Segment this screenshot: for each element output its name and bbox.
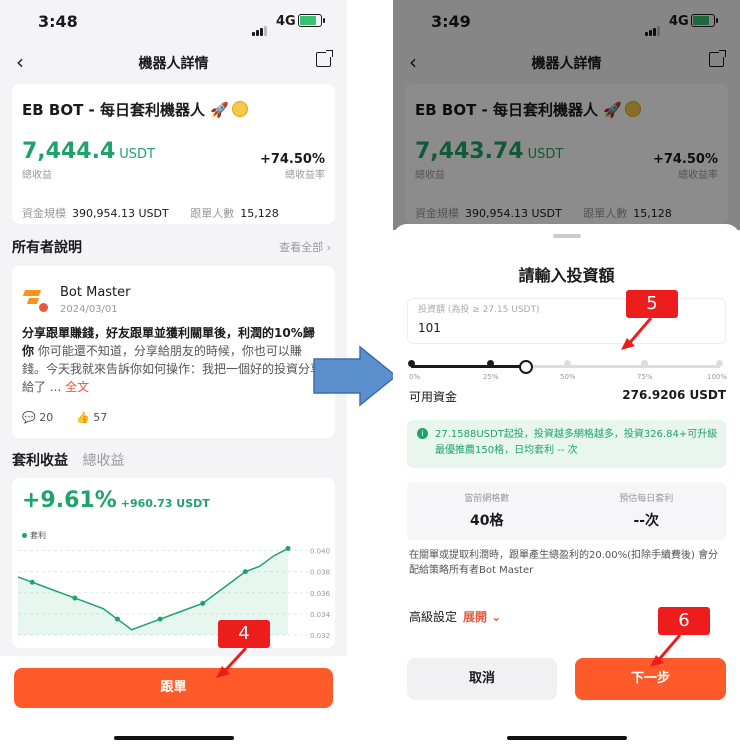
owner-description: 分享跟單賺錢，好友跟單並獲利關單後，利潤的10%歸你 你可能還不知道，分享給朋友…: [22, 326, 323, 394]
clock: 3:48: [38, 12, 78, 31]
total-profit: 7,444.4 USDT: [22, 139, 155, 164]
fund-row: 資金規模 390,954.13 USDT 跟單人數 15,128: [22, 207, 279, 220]
y-tick-label: 0.034: [310, 611, 331, 619]
signal-icon: [252, 17, 268, 36]
right-screen: 3:49 4G ‹ 機器人詳情 EB BOT - 每日套利機器人 🚀 7,443…: [393, 0, 740, 749]
data-point: [157, 616, 163, 622]
investment-slider[interactable]: [408, 360, 723, 374]
sheet-title: 請輸入投資額: [518, 266, 615, 285]
battery-icon: [298, 14, 325, 27]
coin-icon: [231, 101, 248, 117]
available-label: 可用資金: [409, 390, 458, 404]
slider-stop-75: [641, 360, 648, 367]
y-tick-label: 0.036: [310, 590, 331, 598]
share-icon[interactable]: [316, 50, 333, 67]
bot-summary-card: EB BOT - 每日套利機器人 🚀 7,444.4 USDT 總收益 +74.5…: [12, 84, 335, 224]
nav-bar: ‹ 機器人詳情: [0, 44, 347, 78]
chart-card: +9.61% +960.73 USDT 套利 0.040 0.038 0.036 0.0…: [12, 478, 335, 648]
data-point: [29, 579, 35, 585]
home-indicator: [114, 736, 234, 740]
data-point: [72, 595, 78, 601]
page-title: 機器人詳情: [138, 56, 209, 72]
thumbs-up-icon: 👍: [76, 411, 90, 424]
slider-label-50: 50%: [560, 373, 576, 381]
advanced-settings[interactable]: 高級設定 展開 ⌄: [409, 608, 501, 625]
transition-arrow-icon: [313, 345, 398, 407]
data-point: [242, 569, 248, 575]
total-rate: +74.50%: [259, 152, 325, 167]
profit-share-note: 在關單或提取利潤時，跟單產生總盈利的20.00%(扣除手續費後) 會分配給策略所…: [409, 550, 719, 576]
slider-label-0: 0%: [409, 373, 421, 381]
owner-name: Bot Master: [60, 285, 131, 300]
input-placeholder: 投資額 (為投 ≥ 27.15 USDT): [418, 305, 540, 315]
step-marker-4: 4: [218, 620, 270, 648]
total-rate-label: 總收益率: [285, 170, 325, 181]
expand-link[interactable]: 展開 ⌄: [463, 610, 501, 624]
slider-label-75: 75%: [637, 373, 653, 381]
step-marker-6: 6: [658, 607, 710, 635]
comments-count[interactable]: 💬 20: [22, 411, 53, 424]
follow-button[interactable]: 跟單: [14, 668, 333, 708]
slider-label-25: 25%: [483, 373, 499, 381]
slider-stop-100: [716, 360, 723, 367]
slider-label-100: 100%: [707, 373, 728, 381]
y-tick-label: 0.032: [310, 632, 330, 640]
sheet-handle[interactable]: [553, 234, 581, 238]
profit-tabs: 套利收益 總收益: [12, 450, 124, 470]
status-bar: 3:48 4G: [0, 0, 347, 40]
tab-arbitrage-profit[interactable]: 套利收益: [12, 453, 68, 469]
investment-notice: i 27.1588USDT起投，投資越多網格越多，投資326.84+可升級最優推…: [407, 420, 726, 468]
arbitrage-percent: +9.61% +960.73 USDT: [22, 488, 210, 513]
arrow-5-icon: [621, 317, 653, 350]
slider-fill: [411, 365, 525, 368]
owner-avatar: [22, 288, 49, 313]
comment-icon: 💬: [22, 411, 36, 424]
y-tick-label: 0.040: [310, 548, 330, 556]
home-indicator: [507, 736, 627, 740]
data-point: [285, 545, 291, 551]
arrow-4-icon: [216, 646, 248, 678]
slider-handle[interactable]: [519, 360, 533, 374]
slider-stop-50: [564, 360, 571, 367]
arbitrage-line-chart: 0.040 0.038 0.036 0.034 0.032: [17, 545, 331, 640]
owner-date: 2024/03/01: [60, 304, 118, 315]
grid-count-cell: 當前網格數 40格: [464, 494, 510, 529]
arrow-6-icon: [650, 634, 682, 667]
grid-stats: 當前網格數 40格 預估每日套利 --次: [407, 482, 726, 540]
cancel-button[interactable]: 取消: [407, 658, 557, 700]
info-icon: i: [417, 428, 428, 439]
total-profit-label: 總收益: [22, 170, 52, 181]
left-screen: 3:48 4G ‹ 機器人詳情 EB BOT - 每日套利機器人 🚀 7,444…: [0, 0, 347, 749]
owner-section-title: 所有者說明: [12, 240, 82, 256]
daily-arb-cell: 預估每日套利 --次: [619, 494, 674, 529]
network-label: 4G: [276, 14, 296, 29]
likes-count[interactable]: 👍 57: [76, 411, 107, 424]
view-all-link[interactable]: 查看全部 ›: [279, 239, 331, 255]
data-point: [114, 616, 120, 622]
tab-total-profit[interactable]: 總收益: [82, 453, 124, 469]
data-point: [200, 600, 206, 606]
slider-stop-0: [408, 360, 415, 367]
read-more-link[interactable]: 全文: [65, 380, 89, 394]
owner-card[interactable]: Bot Master 2024/03/01 分享跟單賺錢，好友跟單並獲利關單後，…: [12, 266, 335, 438]
y-tick-label: 0.038: [310, 569, 330, 577]
investment-input[interactable]: 投資額 (為投 ≥ 27.15 USDT) 101: [407, 298, 726, 344]
step-marker-5: 5: [626, 290, 678, 318]
investment-sheet: 請輸入投資額 投資額 (為投 ≥ 27.15 USDT) 101 0% 25% …: [393, 224, 740, 749]
bot-title: EB BOT - 每日套利機器人 🚀: [22, 99, 248, 120]
dim-overlay[interactable]: [393, 0, 740, 230]
slider-stop-25: [487, 360, 494, 367]
available-value: 276.9206 USDT: [622, 388, 726, 402]
input-value: 101: [418, 321, 441, 335]
